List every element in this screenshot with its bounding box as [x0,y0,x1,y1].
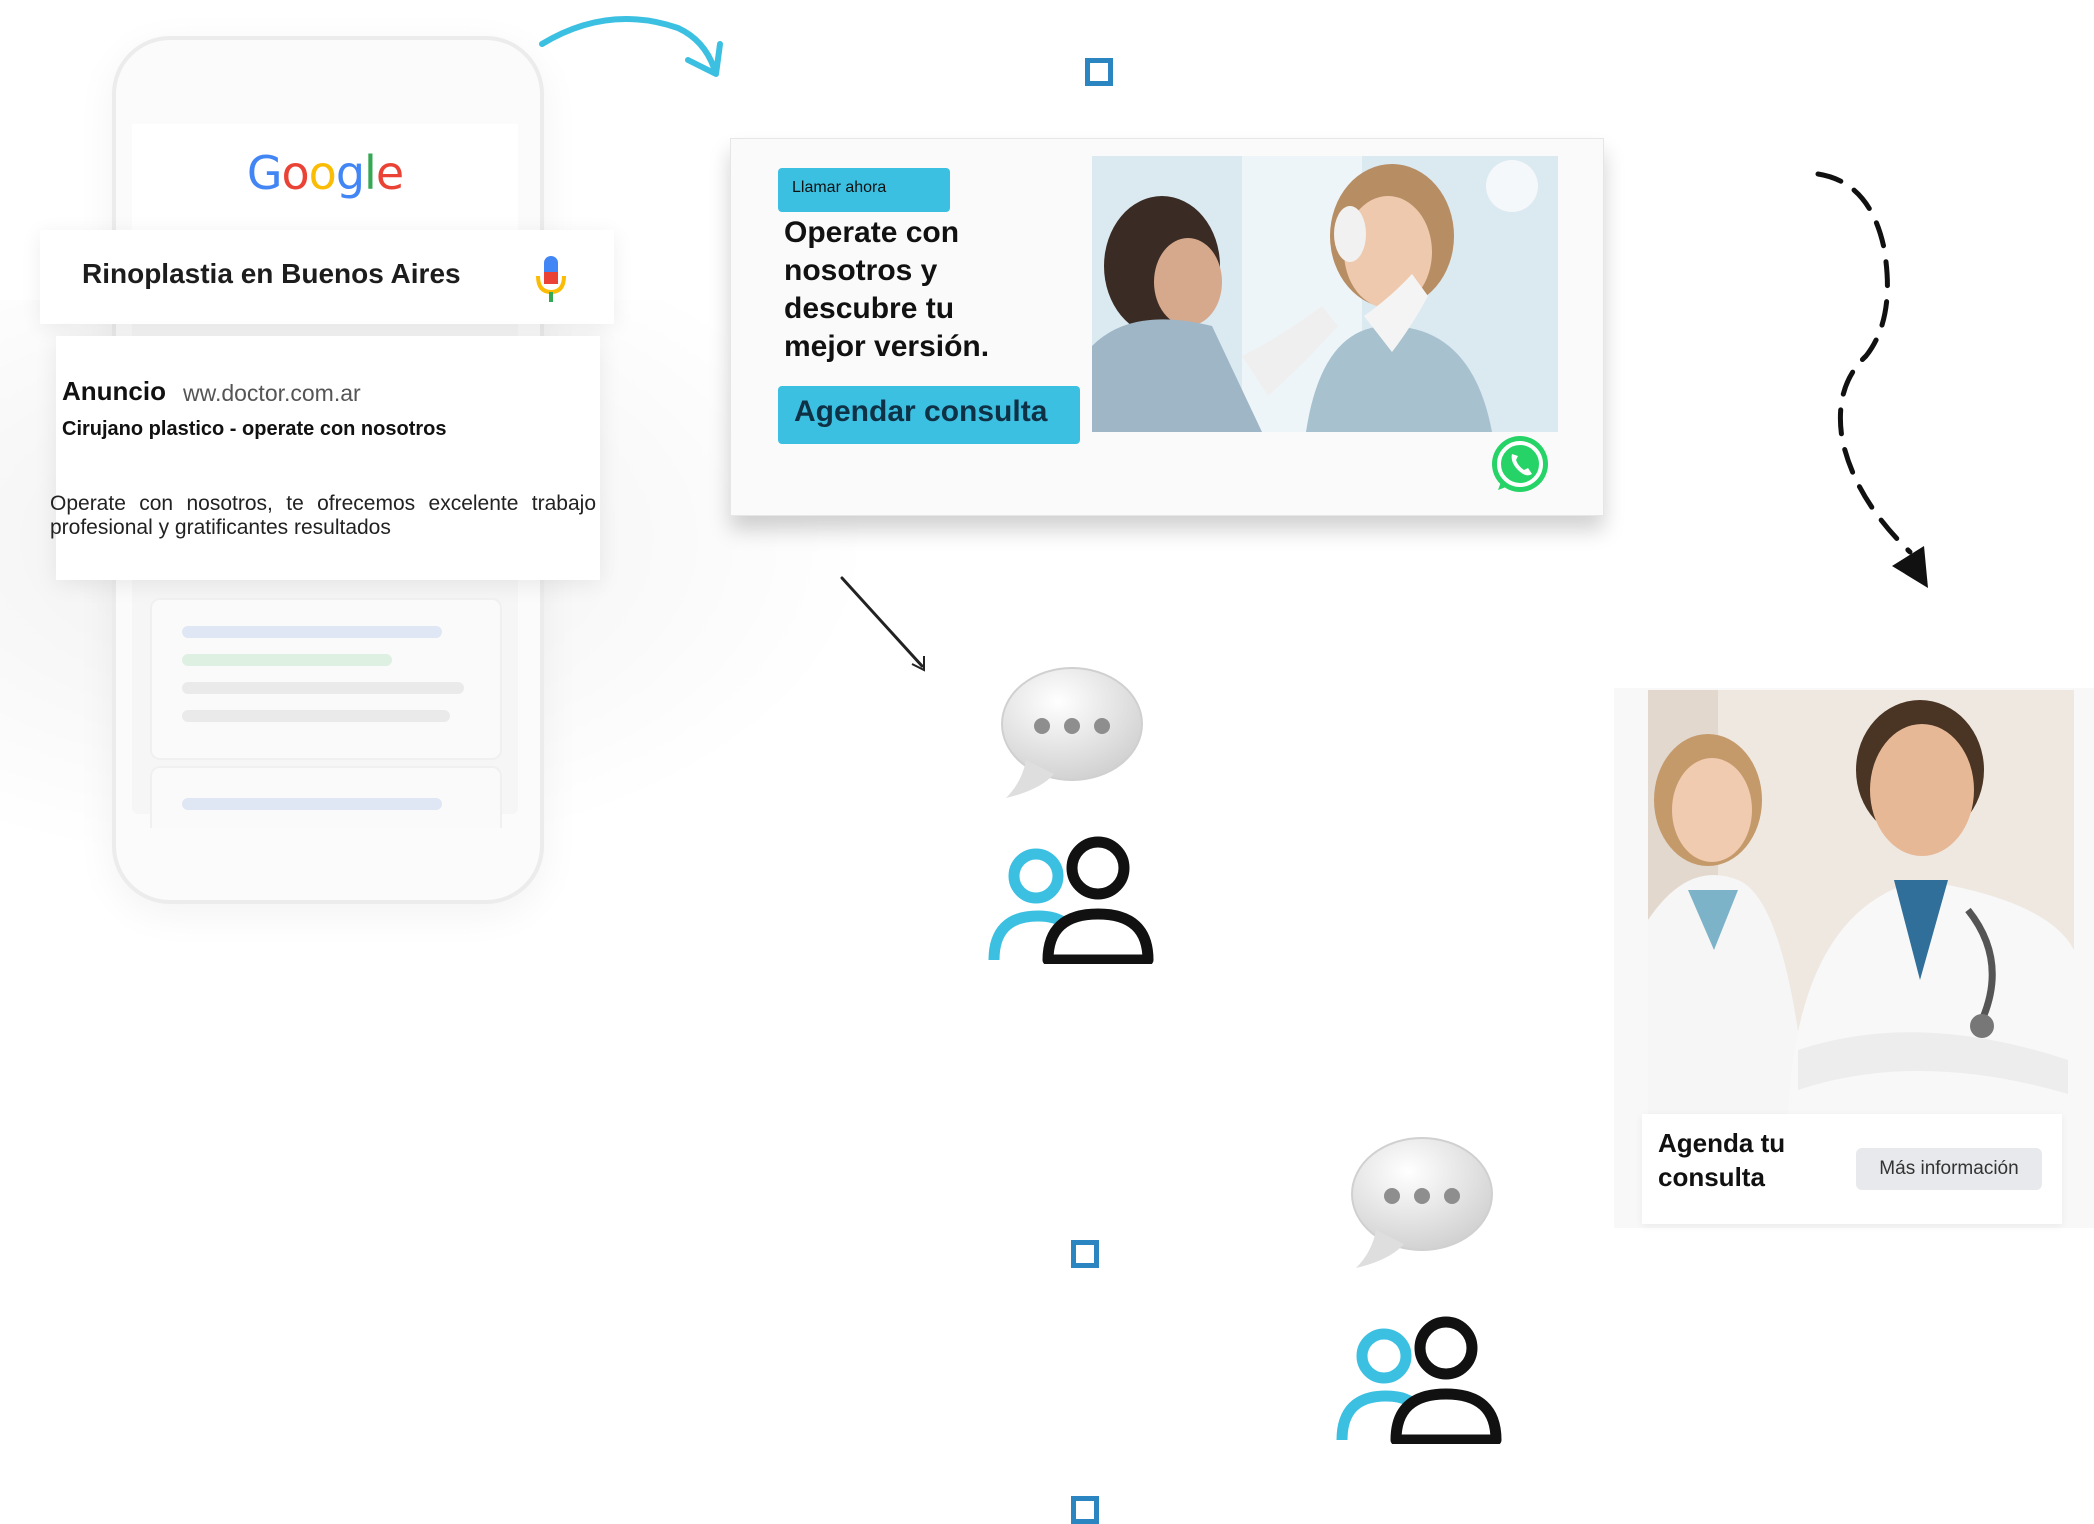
call-now-button[interactable]: Llamar ahora [778,168,950,212]
placeholder-line [182,798,442,810]
google-logo: Google [246,146,404,200]
placeholder-line [182,626,442,638]
ad-label: Anuncio [62,376,166,406]
square-marker [1071,1240,1099,1268]
users-icon [1336,1316,1502,1444]
whatsapp-icon[interactable] [1488,432,1552,496]
search-result-placeholder [150,766,502,828]
ad-description: Operate con nosotros, te ofrecemos excel… [50,492,596,539]
banner-title: Operate con nosotros y descubre tu mejor… [784,216,990,363]
search-result-placeholder [150,598,502,760]
speech-bubble-icon [1001,667,1143,798]
ad-result-card[interactable] [56,336,600,580]
users-icon [988,836,1154,964]
search-query: Rinoplastia en Buenos Aires [82,258,461,289]
book-consultation-button[interactable]: Agendar consulta [778,386,1080,444]
arrow-straight-icon [840,576,925,672]
square-marker [1085,58,1113,86]
photo-illustration [1648,690,2074,1114]
doctors-photo [1648,690,2074,1114]
arrow-curved-icon [539,16,723,77]
placeholder-line [182,682,464,694]
placeholder-line [182,710,450,722]
speech-bubble-icon [1351,1137,1493,1268]
more-info-button[interactable]: Más información [1856,1148,2042,1190]
photo-illustration [1092,156,1558,432]
arrow-dashed-icon [1815,171,1928,588]
square-marker [1071,1496,1099,1524]
ad-headline[interactable]: Cirujano plastico - operate con nosotros [62,418,447,441]
mic-icon[interactable] [534,254,568,304]
placeholder-line [182,654,392,666]
ad-url[interactable]: ww.doctor.com.ar [183,380,361,407]
doctors-card-title: Agenda tu consulta [1658,1128,1786,1192]
doctor-patient-photo [1092,156,1558,432]
